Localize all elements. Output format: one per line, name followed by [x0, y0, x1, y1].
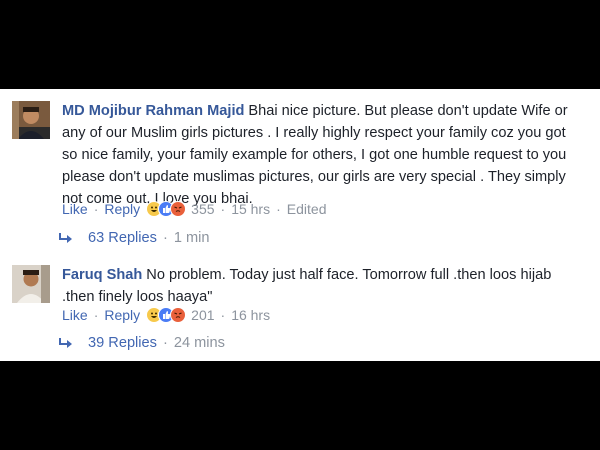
- reaction-count[interactable]: 355: [191, 201, 214, 217]
- reactions-summary[interactable]: [146, 201, 187, 217]
- reply-arrow-icon: [59, 338, 72, 348]
- reply-arrow-icon: [59, 233, 72, 243]
- reply-link[interactable]: Reply: [104, 201, 140, 217]
- angry-icon: [170, 307, 187, 323]
- edited-label[interactable]: Edited: [287, 201, 327, 217]
- view-replies-link[interactable]: 39 Replies · 24 mins: [58, 335, 225, 351]
- comment-body: MD Mojibur Rahman Majid Bhai nice picture…: [62, 100, 582, 210]
- replies-sep: ·: [162, 230, 168, 246]
- replies-count[interactable]: 63 Replies: [88, 230, 157, 246]
- like-link[interactable]: Like: [62, 201, 88, 217]
- comment-author-link[interactable]: Faruq Shah: [62, 267, 142, 283]
- view-replies-link[interactable]: 63 Replies · 1 min: [58, 230, 210, 246]
- reaction-count[interactable]: 201: [191, 307, 214, 323]
- comment-timestamp[interactable]: 15 hrs: [231, 201, 270, 217]
- replies-time: 1 min: [173, 230, 210, 246]
- comment-timestamp[interactable]: 16 hrs: [231, 307, 270, 323]
- replies-count[interactable]: 39 Replies: [88, 335, 157, 351]
- comment-actions: Like · Reply 201 · 16 hrs: [62, 307, 271, 323]
- comment-body: Faruq Shah No problem. Today just half fa…: [62, 264, 582, 308]
- replies-time: 24 mins: [173, 335, 225, 351]
- angry-icon: [170, 201, 187, 217]
- avatar[interactable]: [12, 265, 50, 303]
- comment-author-link[interactable]: MD Mojibur Rahman Majid: [62, 103, 244, 119]
- replies-sep: ·: [162, 335, 168, 351]
- like-link[interactable]: Like: [62, 307, 88, 323]
- reactions-summary[interactable]: [146, 307, 187, 323]
- comment-actions: Like · Reply 355 · 15 hrs · Edited: [62, 201, 327, 217]
- reply-link[interactable]: Reply: [104, 307, 140, 323]
- avatar[interactable]: [12, 101, 50, 139]
- comments-panel: MD Mojibur Rahman Majid Bhai nice picture…: [0, 89, 600, 361]
